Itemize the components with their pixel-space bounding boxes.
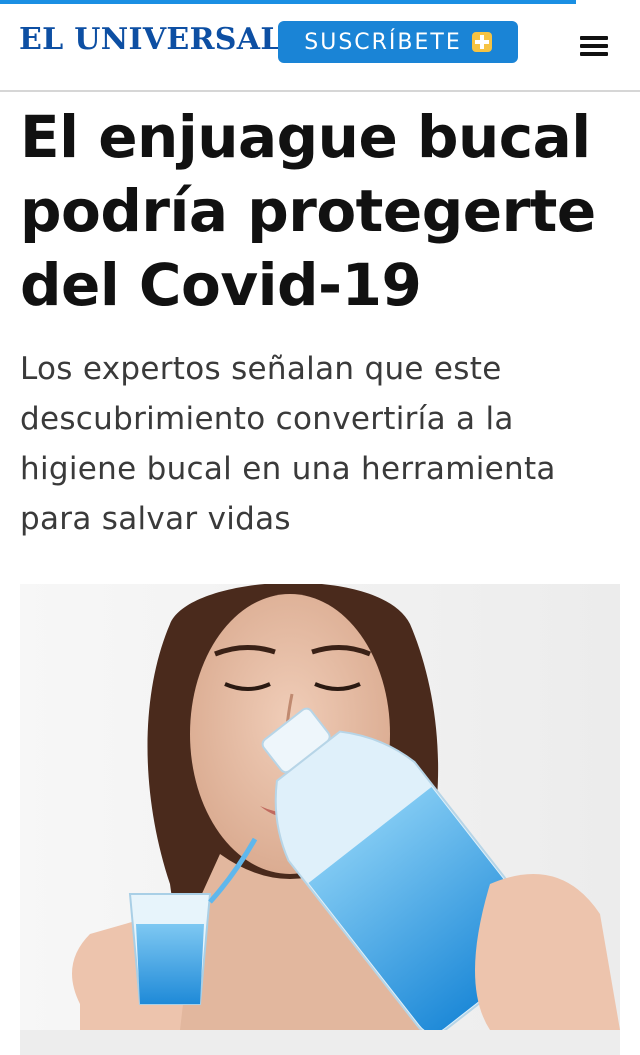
menu-icon-bar xyxy=(580,36,608,40)
article-hero-image[interactable] xyxy=(20,584,620,1030)
article-subtitle: Los expertos señalan que este descubrimi… xyxy=(20,351,556,537)
article-headline: El enjuague bucal podría protegerte del … xyxy=(20,103,596,319)
image-caption-strip xyxy=(20,1030,620,1055)
subscribe-button[interactable]: SUSCRÍBETE xyxy=(278,21,518,63)
plus-icon xyxy=(471,32,492,52)
menu-icon[interactable] xyxy=(580,34,608,58)
site-logo[interactable]: EL UNIVERSAL xyxy=(19,22,282,57)
menu-icon-bar xyxy=(580,44,608,48)
site-header: EL UNIVERSAL SUSCRÍBETE xyxy=(0,4,640,92)
subscribe-button-label: SUSCRÍBETE xyxy=(304,29,462,55)
hero-illustration xyxy=(20,584,620,1030)
menu-icon-bar xyxy=(580,52,608,56)
